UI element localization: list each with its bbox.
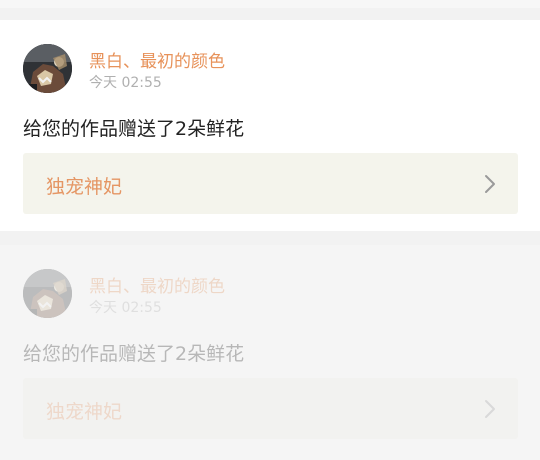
- avatar[interactable]: [23, 269, 72, 318]
- notification-message: 给您的作品赠送了2朵鲜花: [23, 343, 245, 365]
- timestamp: 今天 02:55: [89, 300, 162, 316]
- work-title: 独宠神妃: [46, 176, 123, 198]
- top-divider: [0, 0, 540, 8]
- avatar[interactable]: [23, 44, 72, 93]
- notification-card: 黑白、最初的颜色 今天 02:55 给您的作品赠送了2朵鲜花 独宠神妃: [0, 245, 540, 460]
- work-title: 独宠神妃: [46, 401, 123, 423]
- notification-card: 黑白、最初的颜色 今天 02:55 给您的作品赠送了2朵鲜花 独宠神妃: [0, 20, 540, 231]
- username[interactable]: 黑白、最初的颜色: [89, 47, 225, 72]
- timestamp: 今天 02:55: [89, 75, 162, 91]
- chevron-right-icon: [485, 175, 495, 193]
- work-link-card[interactable]: 独宠神妃: [23, 378, 518, 439]
- work-link-card[interactable]: 独宠神妃: [23, 153, 518, 214]
- chevron-right-icon: [485, 400, 495, 418]
- notification-message: 给您的作品赠送了2朵鲜花: [23, 118, 245, 140]
- username[interactable]: 黑白、最初的颜色: [89, 272, 225, 297]
